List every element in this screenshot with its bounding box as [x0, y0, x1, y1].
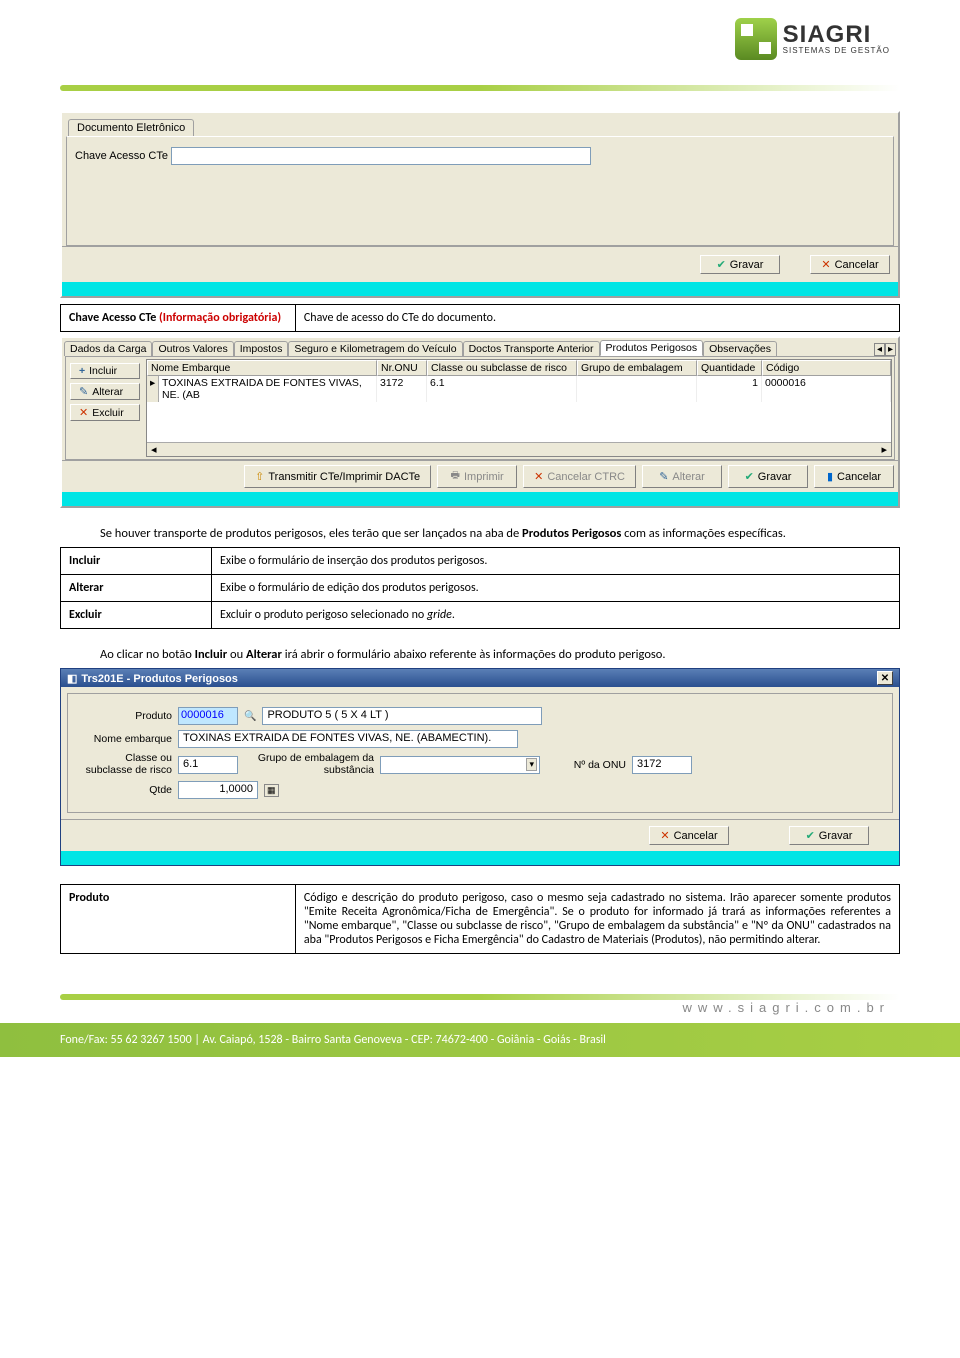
scroll-left-icon[interactable]: ◂	[874, 343, 885, 356]
grid-header: Nome Embarque Nr.ONU Classe ou subclasse…	[147, 360, 891, 376]
x-icon	[534, 470, 543, 483]
tab-seguro-km[interactable]: Seguro e Kilometragem do Veículo	[288, 341, 462, 356]
label-classe: Classe ou subclasse de risco	[82, 753, 172, 776]
hscroll-right[interactable]: ▸	[877, 443, 891, 456]
page-header: SIAGRI SISTEMAS DE GESTÃO	[0, 0, 960, 85]
status-bar	[62, 282, 898, 296]
plus-icon	[79, 365, 85, 377]
scroll-right-icon[interactable]: ▸	[885, 343, 896, 356]
input-nome[interactable]: TOXINAS EXTRAIDA DE FONTES VIVAS, NE. (A…	[178, 730, 518, 748]
table-row[interactable]: ▸ TOXINAS EXTRAIDA DE FONTES VIVAS, NE. …	[147, 376, 891, 402]
input-produto-desc[interactable]: PRODUTO 5 ( 5 X 4 LT )	[262, 707, 542, 725]
table-actions: IncluirExibe o formulário de inserção do…	[60, 547, 900, 629]
hscroll-left[interactable]: ◂	[147, 443, 161, 456]
input-onu[interactable]: 3172	[632, 756, 692, 774]
cancelar-ctrc-button: Cancelar CTRC	[523, 465, 636, 488]
cell-desc: Chave de acesso do CTe do documento.	[295, 305, 899, 332]
pencil-icon	[79, 385, 88, 398]
logo-name: SIAGRI	[783, 23, 890, 47]
paragraph-2: Ao clicar no botão Incluir ou Alterar ir…	[100, 647, 900, 662]
tab-impostos[interactable]: Impostos	[234, 341, 289, 356]
paragraph-1: Se houver transporte de produtos perigos…	[100, 526, 900, 541]
pencil-icon	[659, 470, 668, 483]
panel-produtos-perigosos: Dados da Carga Outros Valores Impostos S…	[60, 336, 900, 508]
label-grupo: Grupo de embalagem da substância	[244, 753, 374, 776]
cancelar-bottom-button[interactable]: ▮Cancelar	[814, 465, 894, 488]
tab-produtos-perigosos[interactable]: Produtos Perigosos	[600, 340, 704, 356]
tab-dados-carga[interactable]: Dados da Carga	[64, 341, 152, 356]
page-footer: www.siagri.com.br Fone/Fax: 55 62 3267 1…	[0, 994, 960, 1057]
tab-observacoes[interactable]: Observações	[703, 341, 777, 356]
gravar-button[interactable]: Gravar	[700, 255, 780, 274]
logo-icon	[735, 18, 777, 60]
cell-required: (Informação obrigatória)	[159, 311, 281, 325]
cancelar-button[interactable]: Cancelar	[810, 255, 890, 274]
cell-label: Chave Acesso CTe	[69, 311, 156, 325]
tab-doctos-anterior[interactable]: Doctos Transporte Anterior	[463, 341, 600, 356]
footer-url: www.siagri.com.br	[0, 1000, 960, 1015]
table-produto: Produto Código e descrição do produto pe…	[60, 884, 900, 954]
search-icon[interactable]	[244, 710, 256, 722]
footer-address: Fone/Fax: 55 62 3267 1500 | Av. Caiapó, …	[0, 1023, 960, 1057]
alterar-bottom-button: Alterar	[642, 465, 722, 488]
dlg-cancelar-button[interactable]: Cancelar	[649, 826, 729, 845]
x-icon	[821, 258, 830, 271]
input-qtde[interactable]: 1,0000	[178, 781, 258, 799]
printer-icon	[451, 468, 460, 485]
imprimir-button: Imprimir	[437, 465, 517, 488]
input-classe[interactable]: 6.1	[178, 756, 238, 774]
incluir-button[interactable]: Incluir	[70, 363, 140, 379]
tab-documento-eletronico[interactable]: Documento Eletrônico	[68, 119, 194, 136]
app-icon: ◧	[67, 673, 77, 685]
logo-tagline: SISTEMAS DE GESTÃO	[783, 47, 890, 55]
alterar-button[interactable]: Alterar	[70, 383, 140, 400]
label-nome: Nome embarque	[82, 733, 172, 745]
panel-documento-eletronico: Documento Eletrônico Chave Acesso CTe Gr…	[60, 111, 900, 298]
label-onu: Nº da ONU	[546, 759, 626, 771]
excluir-button[interactable]: Excluir	[70, 404, 140, 421]
dialog-produtos-perigosos: ◧Trs201E - Produtos Perigosos ✕ Produto …	[60, 668, 900, 866]
check-icon	[717, 258, 726, 271]
input-produto-cod[interactable]: 0000016	[178, 707, 238, 725]
status-bar	[61, 851, 899, 865]
calc-icon[interactable]: ▦	[264, 784, 279, 797]
upload-icon	[255, 470, 264, 483]
label-produto: Produto	[82, 710, 172, 722]
transmitir-button[interactable]: Transmitir CTe/Imprimir DACTe	[244, 465, 431, 488]
x-icon	[79, 406, 88, 419]
check-icon	[806, 829, 815, 842]
x-icon	[660, 829, 669, 842]
input-chave-acesso[interactable]	[171, 147, 591, 165]
close-icon[interactable]: ✕	[877, 671, 893, 685]
logo: SIAGRI SISTEMAS DE GESTÃO	[735, 18, 890, 60]
status-bar	[62, 492, 898, 506]
label-qtde: Qtde	[82, 784, 172, 796]
check-icon	[745, 470, 754, 483]
dialog-title: Trs201E - Produtos Perigosos	[81, 673, 238, 685]
table-chave-cte: Chave Acesso CTe (Informação obrigatória…	[60, 304, 900, 332]
gravar-bottom-button[interactable]: Gravar	[728, 465, 808, 488]
dlg-gravar-button[interactable]: Gravar	[789, 826, 869, 845]
label-chave-acesso: Chave Acesso CTe	[75, 150, 168, 162]
tab-outros-valores[interactable]: Outros Valores	[152, 341, 233, 356]
combo-grupo[interactable]	[380, 756, 540, 774]
